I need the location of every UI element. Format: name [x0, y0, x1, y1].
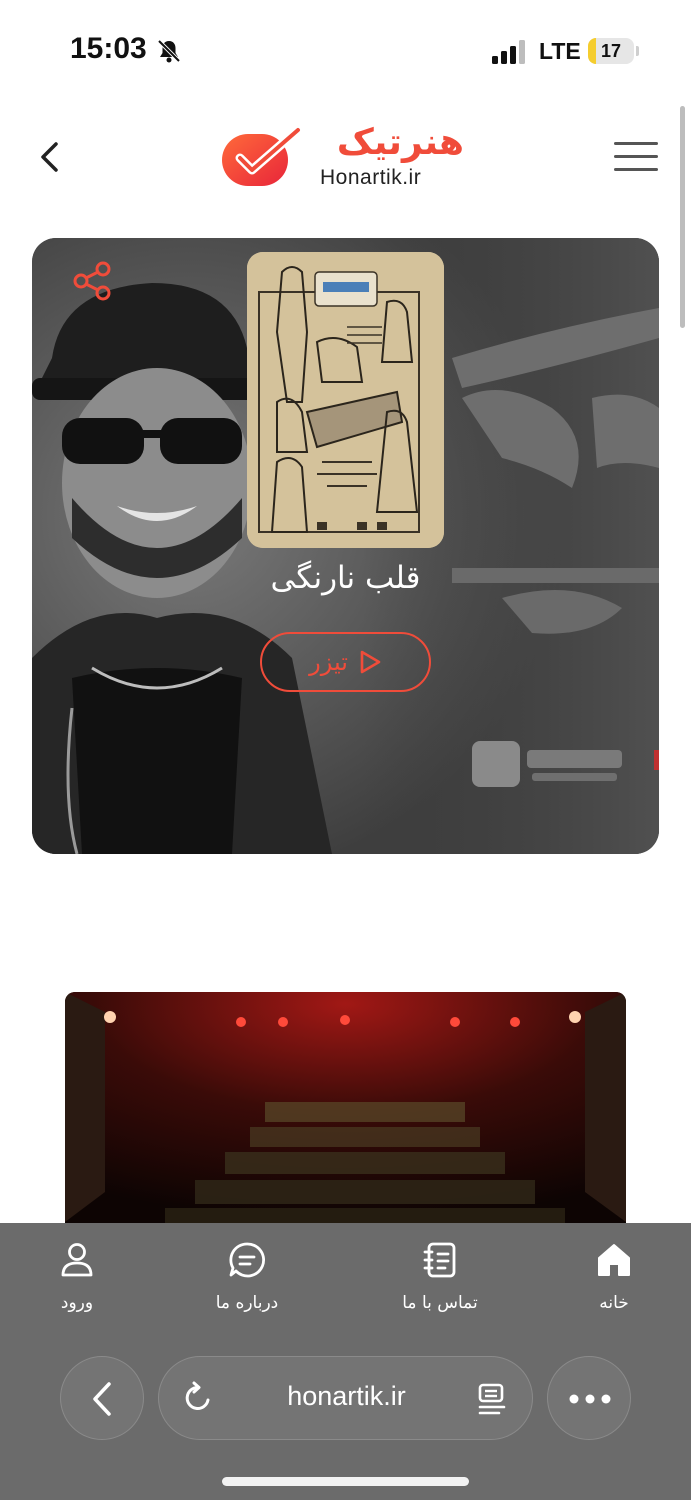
nav-item-contact[interactable]: تماس با ما — [380, 1241, 500, 1313]
play-icon — [360, 650, 381, 674]
back-icon — [93, 1382, 111, 1416]
poster-illustration — [247, 252, 444, 548]
play-title: قلب نارنگی — [270, 560, 421, 596]
nav-label-contact: تماس با ما — [402, 1293, 478, 1313]
nav-item-about[interactable]: درباره ما — [187, 1241, 307, 1313]
reader-icon[interactable] — [477, 1383, 507, 1415]
menu-icon[interactable] — [614, 138, 658, 176]
battery-tip — [636, 46, 639, 56]
more-icon — [569, 1394, 611, 1404]
scrollbar[interactable] — [680, 106, 685, 328]
nav-item-home[interactable]: خانه — [554, 1241, 674, 1313]
back-chevron-icon[interactable] — [34, 138, 66, 176]
logo-check-icon — [222, 125, 303, 186]
logo-text-en: Honartik.ir — [320, 166, 422, 189]
share-icon[interactable] — [72, 260, 114, 302]
nav-label-about: درباره ما — [215, 1293, 279, 1313]
signal-icon — [492, 40, 525, 64]
status-bar: 15:03 LTE 17 — [0, 0, 691, 100]
theater-illustration — [65, 992, 626, 1232]
user-icon — [61, 1243, 93, 1277]
theater-hall-image[interactable] — [65, 992, 626, 1232]
home-indicator[interactable] — [222, 1477, 469, 1486]
nav-label-home: خانه — [599, 1293, 629, 1313]
page: 15:03 LTE 17 هنرتیک Honartik.ir قلب نارن… — [0, 0, 691, 1500]
home-icon — [598, 1244, 630, 1276]
bell-slash-icon — [157, 39, 181, 63]
nav-item-login[interactable]: ورود — [17, 1241, 137, 1313]
site-logo[interactable]: هنرتیک Honartik.ir — [220, 122, 465, 192]
play-poster-image[interactable] — [247, 252, 444, 548]
browser-back-button[interactable] — [60, 1356, 144, 1440]
network-label: LTE — [539, 38, 581, 64]
battery-level: 17 — [600, 41, 622, 61]
nav-label-login: ورود — [60, 1293, 94, 1313]
hero-banner[interactable]: قلب نارنگی تیزر — [32, 238, 659, 854]
chat-icon — [229, 1242, 266, 1278]
teaser-button[interactable]: تیزر — [260, 632, 431, 692]
contact-book-icon — [423, 1242, 456, 1278]
status-time: 15:03 — [70, 32, 147, 65]
battery-indicator: 17 — [588, 38, 634, 64]
browser-more-button[interactable] — [547, 1356, 631, 1440]
url-bar[interactable]: honartik.ir — [158, 1356, 533, 1440]
logo-text-fa: هنرتیک — [336, 122, 464, 163]
teaser-label: تیزر — [309, 648, 348, 676]
